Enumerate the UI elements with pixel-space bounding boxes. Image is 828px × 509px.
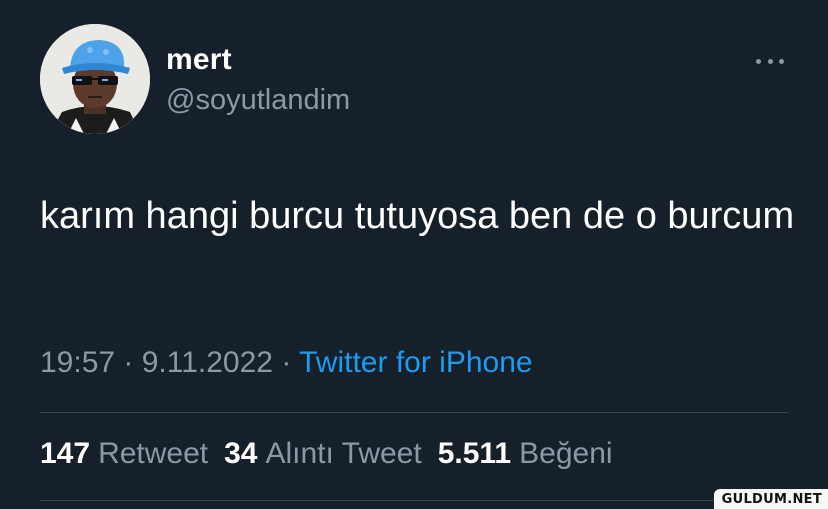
meta-separator: · xyxy=(281,346,300,379)
quote-tweets-count: 34 xyxy=(224,437,258,470)
quote-tweets-stat[interactable]: 34 Alıntı Tweet xyxy=(224,437,422,471)
retweets-label: Retweet xyxy=(98,437,209,470)
tweet-card: mert @soyutlandim karım hangi burcu tutu… xyxy=(0,0,828,509)
likes-stat[interactable]: 5.511 Beğeni xyxy=(438,437,613,471)
display-name[interactable]: mert xyxy=(166,43,232,77)
divider xyxy=(40,500,788,501)
retweets-stat[interactable]: 147 Retweet xyxy=(40,437,208,471)
more-horizontal-icon xyxy=(767,58,773,64)
tweet-source-link[interactable]: Twitter for iPhone xyxy=(299,346,532,379)
avatar-image xyxy=(40,24,150,134)
user-handle[interactable]: @soyutlandim xyxy=(166,84,350,117)
tweet-meta: 19:57 · 9.11.2022 · Twitter for iPhone xyxy=(40,346,533,380)
tweet-date[interactable]: 9.11.2022 xyxy=(142,346,273,379)
more-horizontal-icon xyxy=(779,58,784,64)
likes-label: Beğeni xyxy=(519,437,613,470)
quote-tweets-label: Alıntı Tweet xyxy=(265,437,422,470)
tweet-stats: 147 Retweet 34 Alıntı Tweet 5.511 Beğeni xyxy=(40,437,629,471)
avatar[interactable] xyxy=(40,24,150,134)
meta-separator: · xyxy=(123,346,142,379)
watermark: GULDUM.NET xyxy=(713,489,828,509)
divider xyxy=(40,412,788,413)
tweet-time[interactable]: 19:57 xyxy=(40,346,115,379)
tweet-text: karım hangi burcu tutuyosa ben de o burc… xyxy=(40,195,795,237)
likes-count: 5.511 xyxy=(437,437,512,470)
more-options-button[interactable] xyxy=(752,50,788,72)
retweets-count: 147 xyxy=(40,437,91,470)
more-horizontal-icon xyxy=(756,58,761,64)
